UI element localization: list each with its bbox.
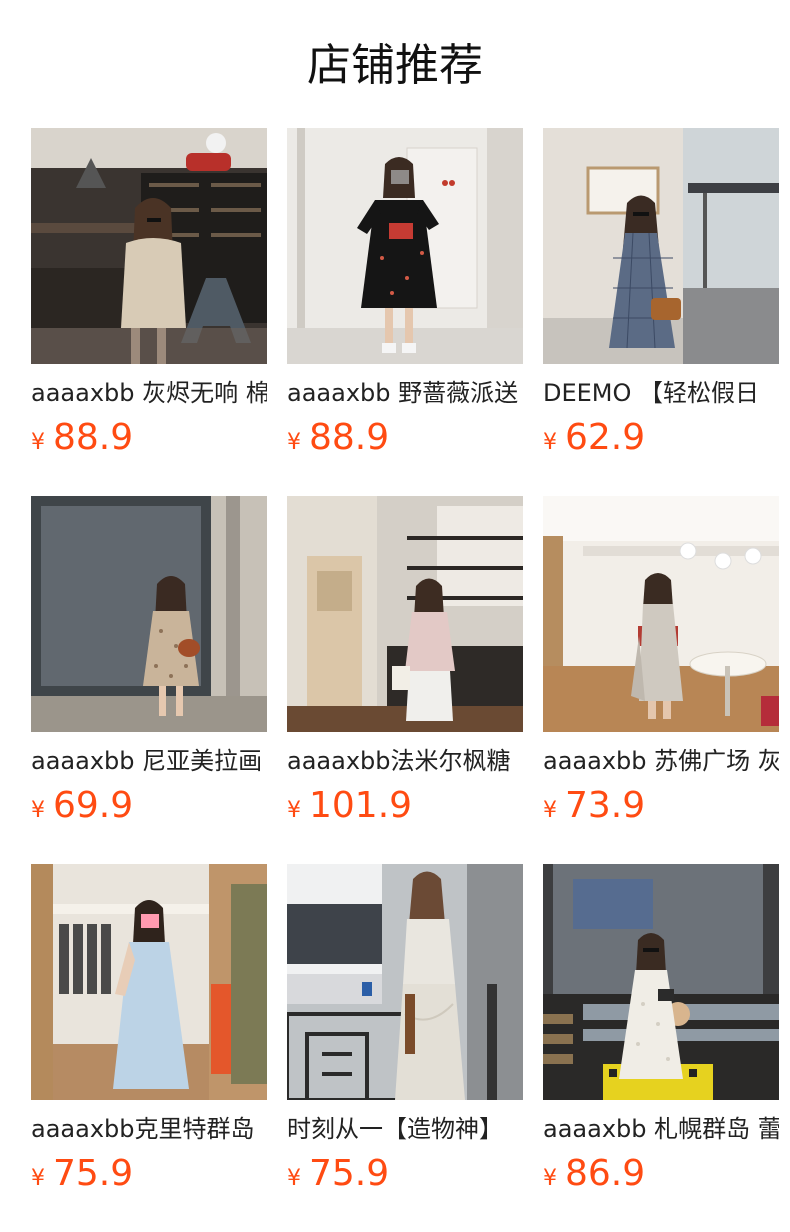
product-price: ¥ 69.9 xyxy=(31,784,267,828)
product-card[interactable]: aaaaxbb克里特群岛 ¥ 75.9 xyxy=(31,864,267,1194)
product-title[interactable]: aaaaxbb 尼亚美拉画 xyxy=(31,744,267,778)
currency-symbol: ¥ xyxy=(287,798,301,823)
currency-symbol: ¥ xyxy=(31,430,45,455)
product-card[interactable]: aaaaxbb法米尔枫糖 ¥ 101.9 xyxy=(287,496,523,826)
product-image[interactable] xyxy=(31,128,267,364)
product-image[interactable] xyxy=(31,496,267,732)
product-title[interactable]: aaaaxbb克里特群岛 xyxy=(31,1112,267,1146)
product-image[interactable] xyxy=(287,128,523,364)
product-title[interactable]: aaaaxbb 野蔷薇派送 xyxy=(287,376,523,410)
product-price: ¥ 75.9 xyxy=(31,1152,267,1196)
product-price: ¥ 88.9 xyxy=(287,416,523,460)
product-card[interactable]: aaaaxbb 札幌群岛 蕾 ¥ 86.9 xyxy=(543,864,779,1194)
product-image[interactable] xyxy=(543,864,779,1100)
currency-symbol: ¥ xyxy=(287,430,301,455)
product-card[interactable]: DEEMO 【轻松假日 ¥ 62.9 xyxy=(543,128,779,458)
photo-cafe-pink-top xyxy=(287,496,523,732)
product-price: ¥ 75.9 xyxy=(287,1152,523,1196)
page-title: 店铺推荐 xyxy=(307,40,483,91)
product-card[interactable]: aaaaxbb 野蔷薇派送 ¥ 88.9 xyxy=(287,128,523,458)
photo-street-polka-dress xyxy=(31,496,267,732)
product-card[interactable]: aaaaxbb 苏佛广场 灰 ¥ 73.9 xyxy=(543,496,779,826)
price-amount: 101.9 xyxy=(309,785,413,826)
currency-symbol: ¥ xyxy=(543,1166,557,1191)
photo-white-satin-dress xyxy=(287,864,523,1100)
product-image[interactable] xyxy=(543,128,779,364)
product-title[interactable]: DEEMO 【轻松假日 xyxy=(543,376,779,410)
product-card[interactable]: 时刻从一【造物神】 ¥ 75.9 xyxy=(287,864,523,1194)
price-amount: 75.9 xyxy=(53,1153,134,1194)
photo-cafe-grey-jumpsuit xyxy=(543,496,779,732)
price-amount: 73.9 xyxy=(565,785,646,826)
product-title[interactable]: aaaaxbb 灰烬无响 棉 xyxy=(31,376,267,410)
product-image[interactable] xyxy=(543,496,779,732)
price-amount: 86.9 xyxy=(565,1153,646,1194)
product-image[interactable] xyxy=(31,864,267,1100)
product-title[interactable]: 时刻从一【造物神】 xyxy=(287,1112,523,1146)
product-title[interactable]: aaaaxbb 苏佛广场 灰 xyxy=(543,744,779,778)
currency-symbol: ¥ xyxy=(543,430,557,455)
price-amount: 88.9 xyxy=(53,417,134,458)
product-price: ¥ 101.9 xyxy=(287,784,523,828)
product-image[interactable] xyxy=(287,496,523,732)
photo-shop-interior xyxy=(31,128,267,364)
currency-symbol: ¥ xyxy=(287,1166,301,1191)
product-price: ¥ 88.9 xyxy=(31,416,267,460)
currency-symbol: ¥ xyxy=(31,1166,45,1191)
photo-mirror-selfie-black-dress xyxy=(287,128,523,364)
product-card[interactable]: aaaaxbb 尼亚美拉画 ¥ 69.9 xyxy=(31,496,267,826)
product-title[interactable]: aaaaxbb法米尔枫糖 xyxy=(287,744,523,778)
photo-street-plaid-dress xyxy=(543,128,779,364)
product-card[interactable]: aaaaxbb 灰烬无响 棉 ¥ 88.9 xyxy=(31,128,267,458)
product-price: ¥ 73.9 xyxy=(543,784,779,828)
product-title[interactable]: aaaaxbb 札幌群岛 蕾 xyxy=(543,1112,779,1146)
product-price: ¥ 62.9 xyxy=(543,416,779,460)
photo-mirror-selfie-blue-dress xyxy=(31,864,267,1100)
header: 店铺推荐 xyxy=(0,0,790,128)
product-price: ¥ 86.9 xyxy=(543,1152,779,1196)
price-amount: 88.9 xyxy=(309,417,390,458)
currency-symbol: ¥ xyxy=(543,798,557,823)
price-amount: 75.9 xyxy=(309,1153,390,1194)
price-amount: 69.9 xyxy=(53,785,134,826)
price-amount: 62.9 xyxy=(565,417,646,458)
product-image[interactable] xyxy=(287,864,523,1100)
currency-symbol: ¥ xyxy=(31,798,45,823)
photo-bench-white-lace-dress xyxy=(543,864,779,1100)
